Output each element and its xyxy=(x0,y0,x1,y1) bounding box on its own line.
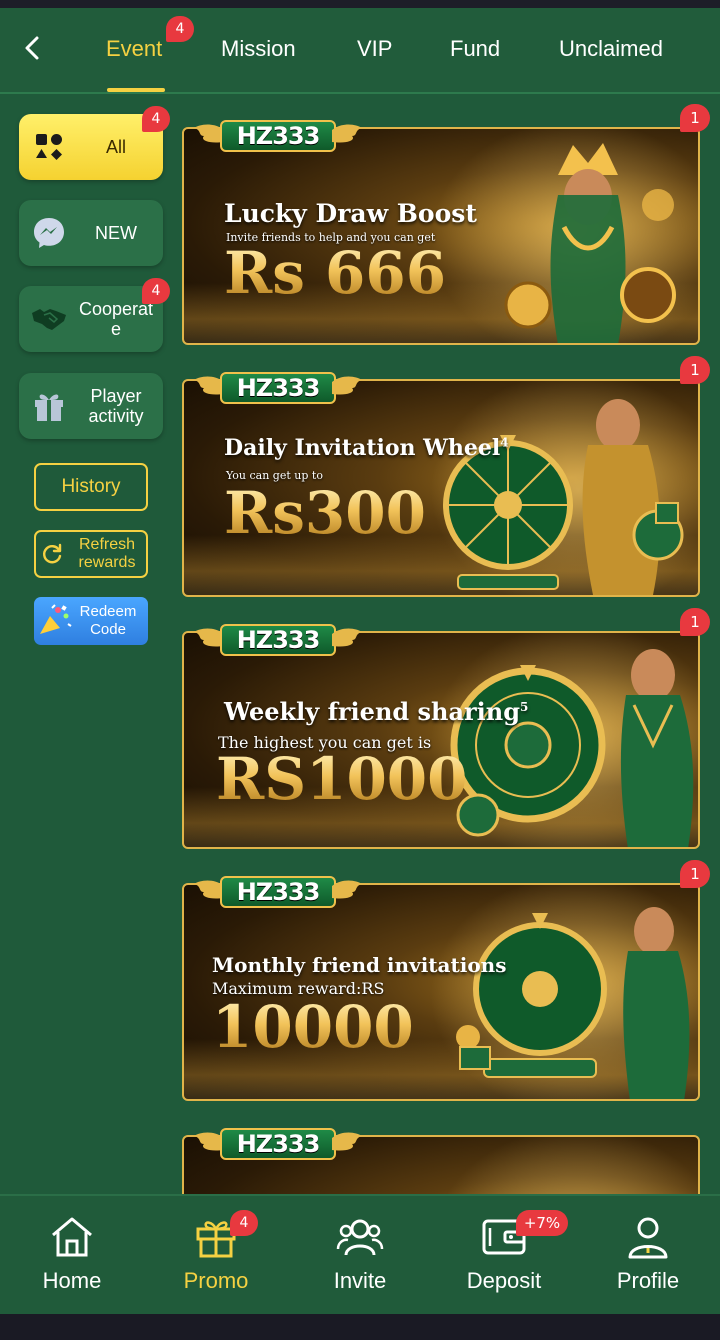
sidebar-item-label: All xyxy=(105,137,126,157)
wing-right-icon xyxy=(332,880,362,899)
bottom-navigation: Home Promo 4 Invite Deposit +7% Profile xyxy=(0,1194,720,1314)
active-tab-indicator xyxy=(107,88,165,92)
banner-amount: RS1000 xyxy=(216,745,468,813)
tab-unclaimed[interactable]: Unclaimed xyxy=(559,34,663,66)
sidebar-item-label: Player activity xyxy=(88,386,144,426)
banner-amount: 10000 xyxy=(212,993,414,1061)
goddess-illustration xyxy=(504,143,676,343)
wing-right-icon xyxy=(332,1132,362,1151)
logo-text: HZ333 xyxy=(220,624,336,656)
wing-right-icon xyxy=(332,124,362,143)
nav-invite-label: Invite xyxy=(333,1268,387,1293)
messenger-icon xyxy=(23,207,75,259)
sidebar-all-badge: 4 xyxy=(142,106,170,132)
tab-fund[interactable]: Fund xyxy=(450,34,500,66)
banner-amount: Rs300 xyxy=(224,479,426,547)
hz333-logo: HZ333 xyxy=(194,1124,362,1164)
wing-right-icon xyxy=(332,628,362,647)
nav-promo-badge: 4 xyxy=(230,1210,258,1236)
sidebar-item-label: Cooperate xyxy=(78,299,154,339)
prize-wheel-illustration xyxy=(450,649,694,847)
refresh-rewards-button[interactable]: Refresh rewards xyxy=(34,530,148,578)
sidebar-item-player-activity[interactable]: Player activity xyxy=(19,373,163,439)
hz333-logo: HZ333 xyxy=(194,872,362,912)
back-button[interactable] xyxy=(14,30,50,66)
event-banner-monthly-invitations[interactable]: Monthly friend invitations Maximum rewar… xyxy=(182,883,700,1101)
banner-title: Weekly friend sharing5 xyxy=(224,697,528,726)
banner-title: Monthly friend invitations xyxy=(212,953,507,977)
nav-home[interactable]: Home xyxy=(12,1214,132,1294)
nav-promo-label: Promo xyxy=(183,1268,249,1293)
logo-text: HZ333 xyxy=(220,876,336,908)
hz333-logo: HZ333 xyxy=(194,368,362,408)
tab-vip[interactable]: VIP xyxy=(357,34,392,66)
nav-promo[interactable]: Promo xyxy=(156,1214,276,1294)
banner-badge: 1 xyxy=(680,608,710,636)
banner-title-text: Daily Invitation Wheel xyxy=(224,435,501,461)
top-navigation: Event 4 Mission VIP Fund Unclaimed xyxy=(0,8,720,94)
nav-profile-label: Profile xyxy=(616,1268,680,1293)
tab-mission[interactable]: Mission xyxy=(221,34,296,66)
hz333-logo: HZ333 xyxy=(194,620,362,660)
hz333-logo: HZ333 xyxy=(194,116,362,156)
event-banner-lucky-draw[interactable]: Lucky Draw Boost Invite friends to help … xyxy=(182,127,700,345)
banner-badge: 1 xyxy=(680,104,710,132)
nav-profile[interactable]: Profile xyxy=(588,1214,708,1294)
tab-event-badge: 4 xyxy=(166,16,194,42)
banner-badge: 1 xyxy=(680,356,710,384)
prize-wheel-illustration xyxy=(456,907,690,1099)
nav-deposit-badge: +7% xyxy=(516,1210,568,1236)
banner-badge: 1 xyxy=(680,860,710,888)
refresh-rewards-label: Refresh rewards xyxy=(78,536,136,571)
banner-title-text: Weekly friend sharing xyxy=(224,697,521,726)
logo-text: HZ333 xyxy=(220,1128,336,1160)
banner-title: Daily Invitation Wheel4 xyxy=(224,435,509,461)
prize-wheel-illustration xyxy=(443,399,684,595)
tab-event[interactable]: Event xyxy=(106,34,162,66)
banner-title-mark: 5 xyxy=(520,700,529,714)
sidebar-cooperate-badge: 4 xyxy=(142,278,170,304)
app-root: Event 4 Mission VIP Fund Unclaimed All 4… xyxy=(0,8,720,1314)
banner-title-mark: 4 xyxy=(500,435,509,450)
event-banner-weekly-sharing[interactable]: Weekly friend sharing5 The highest you c… xyxy=(182,631,700,849)
home-icon xyxy=(52,1217,92,1257)
chevron-left-icon xyxy=(25,36,39,60)
refresh-icon xyxy=(43,543,62,564)
sidebar-item-label: NEW xyxy=(95,223,137,243)
banner-title: Lucky Draw Boost xyxy=(224,199,477,228)
sidebar-item-new[interactable]: NEW xyxy=(19,200,163,266)
wing-right-icon xyxy=(332,376,362,395)
gift-icon xyxy=(23,380,75,432)
category-grid-icon xyxy=(23,121,75,173)
nav-home-label: Home xyxy=(42,1268,102,1293)
profile-icon xyxy=(628,1217,668,1259)
banner-amount: Rs 666 xyxy=(224,239,447,307)
logo-text: HZ333 xyxy=(220,372,336,404)
history-button[interactable]: History xyxy=(34,463,148,511)
event-banner-daily-wheel[interactable]: Daily Invitation Wheel4 You can get up t… xyxy=(182,379,700,597)
nav-invite[interactable]: Invite xyxy=(300,1214,420,1294)
system-bottom-bar xyxy=(0,1314,720,1340)
redeem-code-button[interactable]: Redeem Code xyxy=(34,597,148,645)
handshake-icon xyxy=(23,293,75,345)
redeem-confetti-icon xyxy=(40,604,72,634)
logo-text: HZ333 xyxy=(220,120,336,152)
nav-deposit-label: Deposit xyxy=(466,1268,542,1293)
users-icon xyxy=(336,1219,384,1256)
redeem-code-label: Redeem Code xyxy=(79,603,137,638)
